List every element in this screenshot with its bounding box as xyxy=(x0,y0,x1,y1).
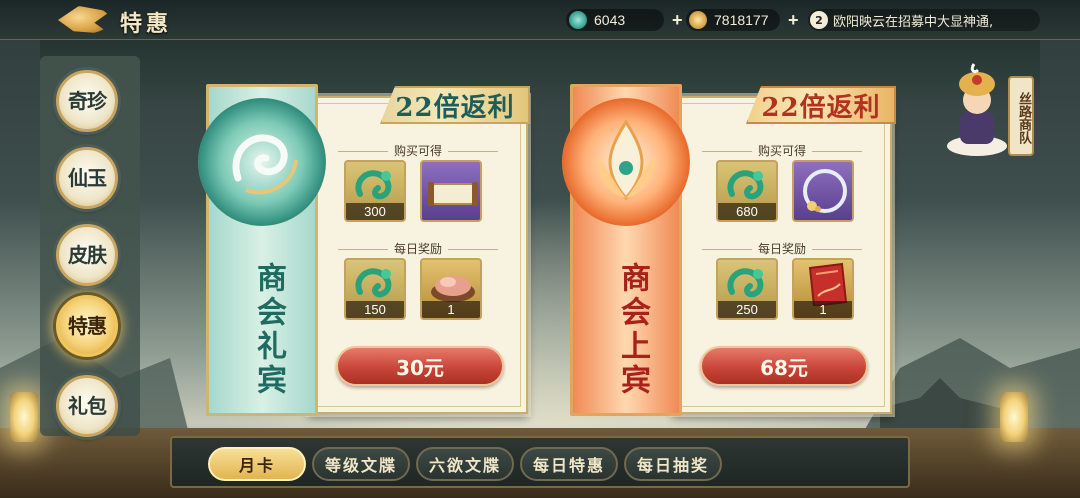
nav-pifu-label: 皮肤 xyxy=(68,243,107,267)
bonus-badge-text: 22倍返利 xyxy=(761,92,881,123)
jade-dragon-icon xyxy=(355,170,392,200)
item-slot[interactable] xyxy=(792,160,854,222)
item-count: 680 xyxy=(718,203,776,220)
nav-tehui[interactable]: 特惠 xyxy=(56,295,118,357)
mountain-silhouette xyxy=(0,338,1080,438)
resource-coin-pill: 7818177 xyxy=(686,9,780,31)
bonus-badge-shangbin: 22倍返利 xyxy=(746,86,896,124)
jade-currency-icon xyxy=(569,11,587,29)
ticker-text: 欧阳映云在招募中大显神通, xyxy=(833,14,994,30)
nav-pifu[interactable]: 皮肤 xyxy=(56,224,118,286)
lotus-medallion-icon xyxy=(562,98,690,226)
nav-xianyu[interactable]: 仙玉 xyxy=(56,147,118,209)
lantern-left xyxy=(10,392,38,442)
jade-ring-icon xyxy=(803,169,847,213)
coin-currency-icon xyxy=(689,11,707,29)
item-slot[interactable] xyxy=(420,160,482,222)
tab-level-pass[interactable]: 等级文牒 xyxy=(312,447,410,481)
merchant-character-icon xyxy=(947,63,1007,156)
add-coin-button[interactable]: + xyxy=(788,10,799,31)
item-count: 1 xyxy=(422,301,480,318)
resource-jade-pill: 6043 xyxy=(566,9,664,31)
card-title-libin: 商会礼宾 xyxy=(251,262,286,398)
daily-label: 每日奖励 xyxy=(310,240,526,257)
tab-daily-lottery[interactable]: 每日抽奖 xyxy=(624,447,722,481)
jade-dragon-icon xyxy=(727,268,764,298)
item-slot[interactable]: 300 xyxy=(344,160,406,222)
nav-libao[interactable]: 礼包 xyxy=(56,375,118,437)
item-count: 250 xyxy=(718,301,776,318)
nav-qizhen-label: 奇珍 xyxy=(68,89,107,113)
resource-jade: 6043 + xyxy=(566,8,683,32)
resource-coin-value: 7818177 xyxy=(714,12,769,28)
buy-button-30[interactable]: 30元 xyxy=(336,346,504,386)
card-title-shangbin: 商会上宾 xyxy=(615,262,650,398)
news-ticker[interactable]: 2 欧阳映云在招募中大显神通, xyxy=(808,9,1040,31)
offer-card-libin: 购买可得 300 每日奖励 150 1 30元 xyxy=(308,96,528,414)
purchase-label: 购买可得 xyxy=(310,142,526,159)
jade-dragon-icon xyxy=(727,170,764,200)
phoenix-swirl-icon xyxy=(232,134,298,195)
ticker-badge: 2 xyxy=(810,11,828,29)
item-count: 150 xyxy=(346,301,404,318)
item-count: 300 xyxy=(346,203,404,220)
offer-card-shangbin: 购买可得 680 每日奖励 250 1 68元 xyxy=(672,96,892,414)
banner-libin: 商会礼宾 xyxy=(198,84,326,416)
merchant-label: 丝路商队 xyxy=(1008,76,1034,156)
tab-monthly-card[interactable]: 月卡 xyxy=(208,447,306,481)
resource-coin: 7818177 + xyxy=(686,8,799,32)
nav-qizhen[interactable]: 奇珍 xyxy=(56,70,118,132)
item-slot[interactable]: 1 xyxy=(792,258,854,320)
item-slot[interactable]: 150 xyxy=(344,258,406,320)
daily-label: 每日奖励 xyxy=(674,240,890,257)
bonus-badge-text: 22倍返利 xyxy=(395,92,515,123)
purchase-label: 购买可得 xyxy=(674,142,890,159)
banner-shangbin: 商会上宾 xyxy=(562,84,690,416)
red-ticket-icon xyxy=(808,262,848,306)
bonus-badge-libin: 22倍返利 xyxy=(380,86,530,124)
item-slot[interactable]: 250 xyxy=(716,258,778,320)
tab-six-desire-pass[interactable]: 六欲文牒 xyxy=(416,447,514,481)
page-title: 特惠 xyxy=(120,11,173,37)
buy-button-68[interactable]: 68元 xyxy=(700,346,868,386)
tab-daily-deal[interactable]: 每日特惠 xyxy=(520,447,618,481)
item-count: 1 xyxy=(794,301,852,318)
item-slot[interactable]: 680 xyxy=(716,160,778,222)
nav-tehui-label: 特惠 xyxy=(68,314,107,338)
silk-road-merchant[interactable]: 丝路商队 xyxy=(944,56,1034,161)
nav-libao-label: 礼包 xyxy=(68,394,107,418)
food-bowl-icon xyxy=(431,276,475,302)
phoenix-medallion-icon xyxy=(198,98,326,226)
add-jade-button[interactable]: + xyxy=(672,10,683,31)
nav-xianyu-label: 仙玉 xyxy=(68,166,107,190)
scroll-icon xyxy=(428,182,478,206)
item-slot[interactable]: 1 xyxy=(420,258,482,320)
lotus-flame-icon xyxy=(596,119,656,201)
jade-dragon-icon xyxy=(355,268,392,298)
lantern-right xyxy=(1000,392,1028,442)
resource-jade-value: 6043 xyxy=(594,12,626,28)
